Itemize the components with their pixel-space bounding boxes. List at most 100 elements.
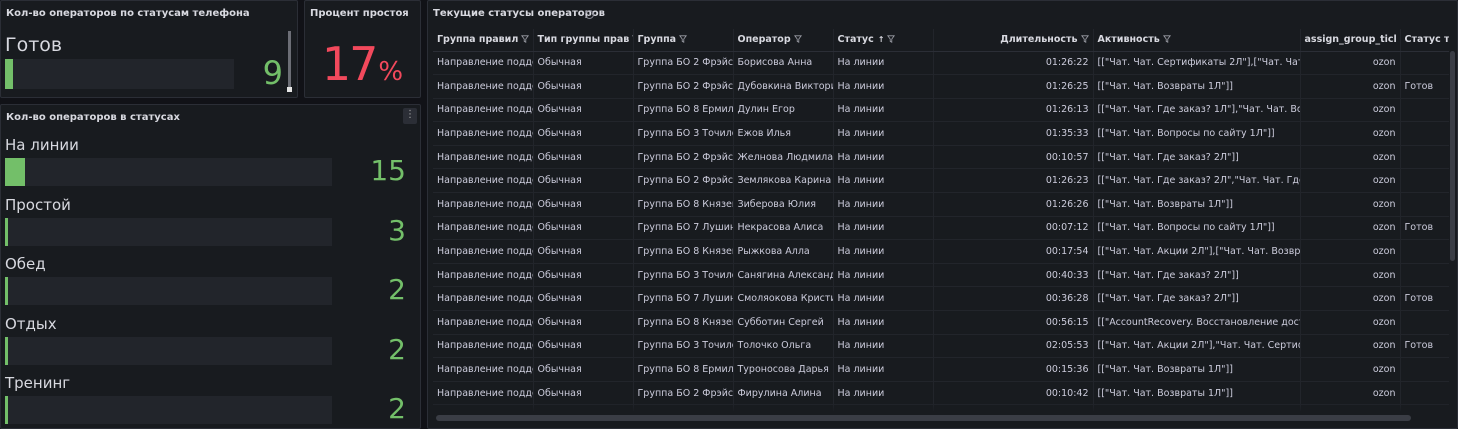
table-cell: [["Чат. Чат. Где заказ? 2Л"]] [1093, 263, 1301, 288]
table-cell: [["Чат. Чат. Возвраты 1Л"]] [1093, 74, 1301, 99]
filter-icon[interactable] [521, 35, 530, 44]
status-count-row: Обед 2 [5, 255, 417, 309]
filter-icon[interactable] [1080, 35, 1089, 44]
table-cell: Фирулина Алина [733, 381, 834, 406]
table-row[interactable]: Направление поддержОбычнаяГруппа БО 8 Ер… [433, 98, 1449, 123]
table-cell: Зиберова Юлия [733, 192, 834, 217]
table-cell: Обычная [533, 216, 634, 241]
table-cell: [["Чат. Чат. Где заказ? 2Л"]] [1093, 145, 1301, 170]
table-cell: Обычная [533, 263, 634, 288]
table-cell: Группа БО 3 Точилова [633, 121, 734, 146]
phone-status-label: Готов [5, 34, 63, 56]
filter-icon[interactable] [1162, 35, 1171, 44]
table-cell: Направление поддерж [433, 310, 534, 335]
table-cell: Группа БО 2 Фрэйс К [633, 51, 734, 76]
column-header[interactable]: Тип группы прав [533, 29, 634, 52]
table-cell [1400, 263, 1449, 288]
table-cell: ozon [1300, 263, 1401, 288]
status-count-bar [5, 217, 332, 246]
table-vertical-scrollbar[interactable] [1450, 51, 1455, 261]
table-cell [1400, 357, 1449, 382]
status-count-label: Тренинг [5, 374, 71, 392]
table-cell: ozon [1300, 286, 1401, 312]
column-header-label: Статус [837, 34, 874, 46]
table-row[interactable]: Направление поддержОбычнаяГруппа БО 8 Кн… [433, 239, 1449, 264]
table-cell: [["Чат. Чат. Где заказ? 2Л"]] [1093, 286, 1301, 312]
column-header[interactable]: Группа правил [433, 29, 534, 52]
table-cell [1400, 192, 1449, 217]
column-header[interactable]: Группа [633, 29, 734, 52]
phone-status-value: 9 [262, 54, 283, 92]
status-count-bar [5, 396, 332, 424]
table-cell: На линии [833, 310, 934, 335]
idle-percent-title: Процент простоя [310, 8, 409, 19]
table-row[interactable]: Направление поддержОбычнаяГруппа БО 2 Фр… [433, 381, 1449, 406]
column-header[interactable]: Статус ↑ [833, 29, 934, 52]
table-cell: 00:56:15 [933, 310, 1094, 335]
table-cell: Направление поддерж [433, 216, 534, 241]
resize-handle-icon[interactable] [287, 87, 292, 92]
column-header[interactable]: Длительность [933, 29, 1094, 52]
status-count-value: 15 [370, 154, 406, 187]
column-header[interactable]: Статус теле [1400, 29, 1449, 52]
table-horizontal-scrollbar[interactable] [436, 415, 1411, 421]
table-cell: ozon [1300, 121, 1401, 146]
column-header[interactable]: assign_group_ticl [1300, 29, 1401, 52]
table-cell: 00:07:12 [933, 216, 1094, 241]
column-header[interactable]: Оператор [733, 29, 834, 52]
column-header[interactable]: Активность [1093, 29, 1301, 52]
table-cell: ozon [1300, 216, 1401, 241]
table-cell: Борисова Анна [733, 51, 834, 76]
table-cell [1400, 98, 1449, 123]
table-row[interactable]: Направление поддержОбычнаяГруппа БО 2 Фр… [433, 74, 1449, 99]
table-cell: Группа БО 7 Лушина [633, 216, 734, 241]
table-row[interactable]: Направление поддержОбычнаяГруппа БО 7 Лу… [433, 286, 1449, 312]
status-count-row: На линии 15 [5, 136, 417, 190]
phone-status-bar [5, 59, 234, 89]
vertical-scrollbar[interactable] [288, 31, 291, 91]
status-count-row: Тренинг 2 [5, 374, 417, 428]
operators-table-panel: Текущие статусы операторов i Группа прав… [427, 0, 1458, 429]
table-row[interactable]: Направление поддержОбычнаяГруппа БО 8 Кн… [433, 192, 1449, 217]
table-cell: ozon [1300, 98, 1401, 123]
table-cell: Группа БО 3 Точилова [633, 334, 734, 359]
table-row[interactable]: Направление поддержОбычнаяГруппа БО 8 Кн… [433, 310, 1449, 335]
table-cell [1400, 381, 1449, 406]
vertical-dots-icon[interactable]: ⋮ [403, 108, 417, 124]
table-row[interactable]: Направление поддержОбычнаяГруппа БО 2 Фр… [433, 168, 1449, 194]
table-cell: [["AccountRecovery. Восстановление досту [1093, 310, 1301, 335]
table-cell: ozon [1300, 239, 1401, 264]
table-cell: [["Чат. Чат. Сертификаты 2Л"],["Чат. Чат… [1093, 51, 1301, 76]
phone-status-bar-fill [5, 59, 13, 89]
table-cell: Направление поддерж [433, 51, 534, 76]
table-cell: 00:10:57 [933, 145, 1094, 170]
phone-status-title: Кол-во операторов по статусам телефона [6, 8, 250, 19]
table-row[interactable]: Направление поддержОбычнаяГруппа БО 2 Фр… [433, 145, 1449, 170]
table-cell: 01:26:13 [933, 98, 1094, 123]
status-count-bar-fill [5, 336, 9, 365]
table-row[interactable]: Направление поддержОбычнаяГруппа БО 7 Лу… [433, 216, 1449, 241]
sort-ascending-icon[interactable]: ↑ [878, 35, 885, 44]
filter-icon[interactable] [887, 35, 896, 44]
status-count-row: Простой 3 [5, 196, 417, 250]
table-row[interactable]: Направление поддержОбычнаяГруппа БО 3 То… [433, 334, 1449, 359]
status-count-value: 3 [388, 213, 406, 247]
column-header-label: Оператор [737, 34, 791, 46]
table-cell: Толочко Ольга [733, 334, 834, 359]
column-header-label: Длительность [1000, 34, 1078, 46]
status-count-label: На линии [5, 136, 79, 154]
table-cell: Группа БО 8 Князева [633, 192, 734, 217]
table-row[interactable]: Направление поддержОбычнаяГруппа БО 2 Фр… [433, 51, 1449, 76]
filter-icon[interactable] [793, 35, 802, 44]
idle-percent-unit: % [378, 57, 404, 87]
info-circle-icon[interactable]: i [585, 10, 594, 19]
table-row[interactable]: Направление поддержОбычнаяГруппа БО 3 То… [433, 121, 1449, 146]
table-row[interactable]: Направление поддержОбычнаяГруппа БО 8 Ер… [433, 357, 1449, 382]
table-cell: Группа БО 3 Точилова [633, 263, 734, 288]
status-count-bar [5, 336, 332, 365]
filter-icon[interactable] [679, 35, 688, 44]
table-cell: На линии [833, 216, 934, 241]
table-cell: Направление поддерж [433, 98, 534, 123]
status-count-label: Отдых [5, 314, 57, 333]
table-row[interactable]: Направление поддержОбычнаяГруппа БО 3 То… [433, 263, 1449, 288]
